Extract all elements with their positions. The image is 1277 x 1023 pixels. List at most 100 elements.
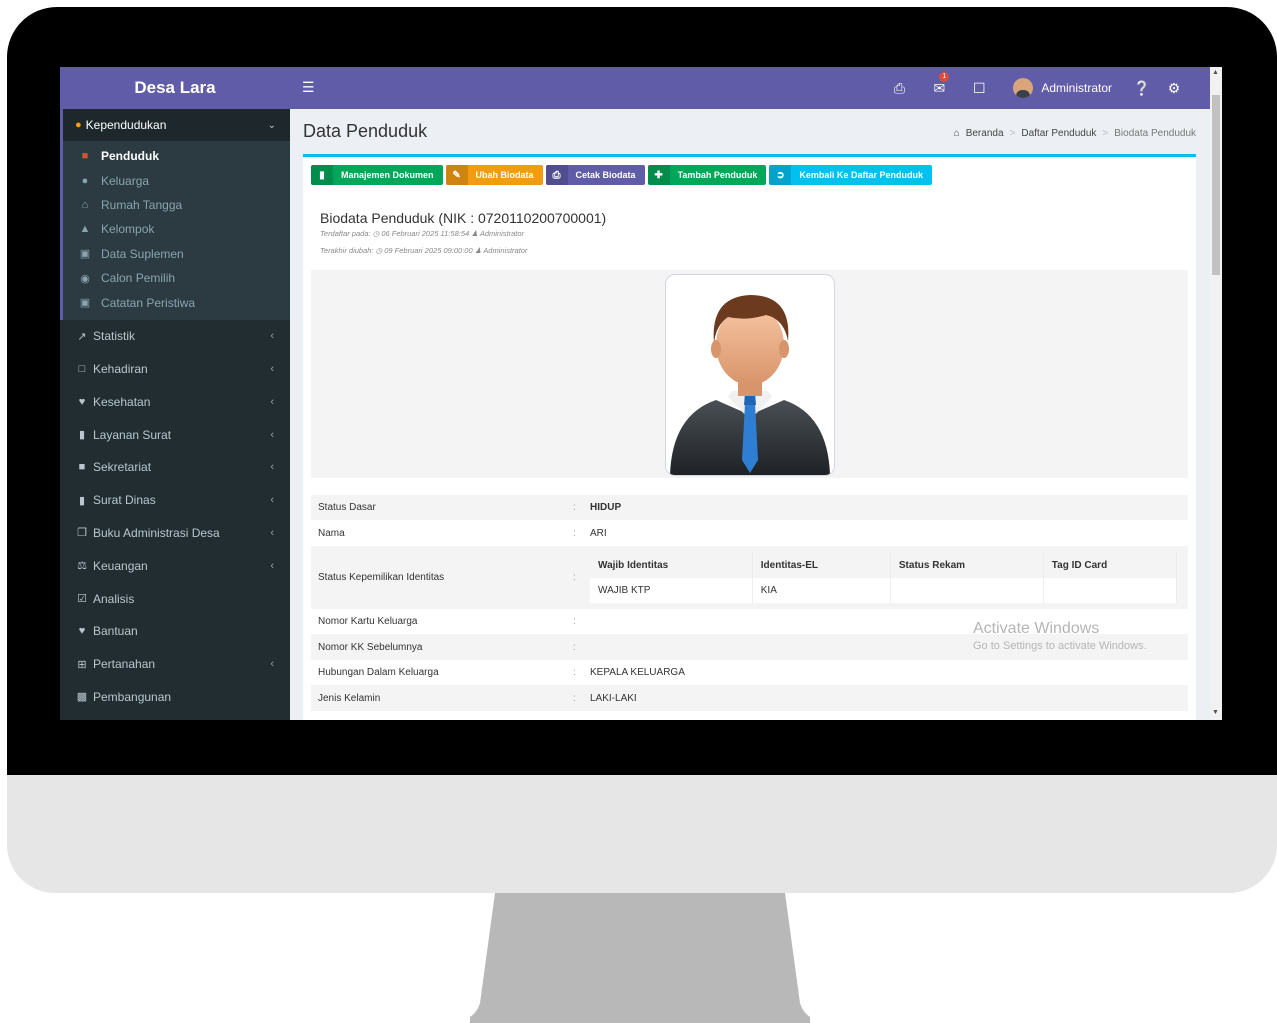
avatar bbox=[1013, 78, 1034, 98]
menu-head-kependudukan[interactable]: ● Kependudukan ⌄ bbox=[63, 109, 290, 141]
sidebar-item-kesehatan[interactable]: ♥ Kesehatan ‹ bbox=[60, 385, 290, 418]
monitor-chin bbox=[7, 775, 1277, 893]
sidebar-item-sekretariat[interactable]: ■ Sekretariat ‹ bbox=[60, 451, 290, 484]
sidebar-item-label: Kelompok bbox=[101, 222, 155, 237]
clock-icon: ◷ bbox=[375, 246, 383, 255]
users-icon: ● bbox=[75, 119, 82, 131]
archive-icon: ▣ bbox=[79, 248, 91, 261]
copy-icon: ❐ bbox=[77, 527, 87, 540]
book-icon: ▮ bbox=[78, 429, 86, 442]
users-icon: ● bbox=[81, 174, 89, 187]
heartbeat-icon: ♥ bbox=[78, 395, 86, 408]
table-row: Jenis Kelamin : LAKI-LAKI bbox=[311, 685, 1188, 711]
scroll-up-icon[interactable]: ▲ bbox=[1212, 69, 1219, 76]
gear-icon[interactable]: ⚙ bbox=[1158, 80, 1190, 97]
print-icon: ⎙ bbox=[545, 165, 568, 185]
sidebar-item-label: Rumah Tangga bbox=[101, 197, 183, 212]
modified-meta: Terakhir diubah: ◷ 09 Februari 2025 09:0… bbox=[320, 246, 528, 255]
sidebar-item-label: Pembangunan bbox=[93, 689, 172, 704]
sidebar-item-label: Sekretariat bbox=[93, 460, 152, 475]
menu-group-kependudukan: ● Kependudukan ⌄ ■ Penduduk ● Keluarga ⌂ Ru… bbox=[60, 109, 290, 320]
sidebar-item-label: Catatan Peristiwa bbox=[101, 295, 196, 310]
chevron-left-icon: ‹ bbox=[270, 526, 274, 539]
chevron-down-icon: ⌄ bbox=[267, 119, 276, 131]
sidebar-item-catatan-peristiwa[interactable]: ▣ Catatan Peristiwa bbox=[63, 290, 290, 314]
sidebar-item-rumah-tangga[interactable]: ⌂ Rumah Tangga bbox=[63, 193, 290, 217]
status-dasar-value: HIDUP bbox=[590, 502, 622, 513]
identity-table: Wajib Identitas Identitas-EL Status Reka… bbox=[590, 552, 1177, 603]
topbar: ☰ ⎙ ✉ 1 ☐ Administrator ❔ ⚙ bbox=[290, 67, 1210, 109]
user-menu[interactable]: Administrator bbox=[999, 78, 1126, 98]
menu-head-label: Kependudukan bbox=[85, 118, 167, 132]
heart-icon: ♥ bbox=[78, 625, 86, 638]
profile-photo bbox=[665, 274, 835, 476]
help-icon[interactable]: ❔ bbox=[1126, 80, 1158, 97]
bank-icon: ▩ bbox=[76, 691, 88, 704]
sidebar-item-label: Data Suplemen bbox=[101, 246, 184, 261]
sidebar-item-label: Layanan Surat bbox=[93, 427, 172, 442]
chevron-left-icon: ‹ bbox=[270, 428, 274, 441]
print-icon[interactable]: ⎙ bbox=[879, 80, 919, 97]
sidebar-item-kelompok[interactable]: ▲ Kelompok bbox=[63, 217, 290, 241]
sidebar-item-label: Kehadiran bbox=[93, 361, 148, 376]
sidebar-item-statistik[interactable]: ↗ Statistik ‹ bbox=[60, 320, 290, 353]
sidebar-item-keuangan[interactable]: ⚖ Keuangan ‹ bbox=[60, 549, 290, 582]
sidebar-item-penduduk[interactable]: ■ Penduduk bbox=[63, 144, 290, 168]
scroll-down-icon[interactable]: ▼ bbox=[1212, 709, 1219, 716]
sidebar-item-data-suplemen[interactable]: ▣ Data Suplemen bbox=[63, 242, 290, 266]
chevron-left-icon: ‹ bbox=[270, 494, 274, 507]
chevron-left-icon: ‹ bbox=[270, 395, 274, 408]
sidebar-item-analisis[interactable]: ☑ Analisis bbox=[60, 582, 290, 615]
sidebar-item-keluarga[interactable]: ● Keluarga bbox=[63, 168, 290, 192]
chevron-left-icon: ‹ bbox=[270, 658, 274, 671]
ubah-biodata-button[interactable]: ✎ Ubah Biodata bbox=[445, 165, 543, 185]
monitor-stand bbox=[470, 893, 810, 1023]
sidebar-item-label: Kesehatan bbox=[93, 394, 151, 409]
edit-icon: ✎ bbox=[445, 165, 468, 185]
breadcrumb-home[interactable]: Beranda bbox=[966, 128, 1004, 139]
user-icon: ■ bbox=[81, 150, 89, 163]
screen: Desa Lara ● Kependudukan ⌄ ■ Penduduk ● Ke… bbox=[60, 67, 1222, 720]
sidebar-item-buku-administrasi-desa[interactable]: ❐ Buku Administrasi Desa ‹ bbox=[60, 517, 290, 550]
scrollbar[interactable]: ▲ ▼ bbox=[1210, 67, 1222, 720]
plus-icon: ✚ bbox=[647, 165, 670, 185]
sitemap-icon: ▲ bbox=[79, 223, 91, 236]
sidebar-item-layanan-surat[interactable]: ▮ Layanan Surat ‹ bbox=[60, 418, 290, 451]
kembali-button[interactable]: ➲ Kembali Ke Daftar Penduduk bbox=[769, 165, 932, 185]
comments-icon[interactable]: ✉ 1 bbox=[919, 71, 959, 97]
sidebar: Desa Lara ● Kependudukan ⌄ ■ Penduduk ● Ke… bbox=[60, 67, 290, 720]
sidebar-item-label: Keuangan bbox=[93, 558, 148, 573]
arrow-circle-left-icon: ➲ bbox=[769, 165, 792, 185]
scroll-thumb[interactable] bbox=[1212, 95, 1220, 275]
submenu-kependudukan: ■ Penduduk ● Keluarga ⌂ Rumah Tangga ▲ Kelom… bbox=[63, 141, 290, 320]
sidebar-item-bantuan[interactable]: ♥ Bantuan bbox=[60, 615, 290, 648]
sidebar-item-surat-dinas[interactable]: ▮ Surat Dinas ‹ bbox=[60, 484, 290, 517]
action-buttons: ▮ Manajemen Dokumen ✎ Ubah Biodata ⎙ Cetak … bbox=[311, 165, 932, 185]
sidebar-item-pertanahan[interactable]: ⊞ Pertanahan ‹ bbox=[60, 648, 290, 681]
book-icon: ▮ bbox=[78, 494, 86, 507]
hamburger-icon[interactable]: ☰ bbox=[302, 79, 315, 96]
manajemen-dokumen-button[interactable]: ▮ Manajemen Dokumen bbox=[311, 165, 443, 185]
user-icon: ♟ bbox=[474, 246, 482, 255]
envelope-icon[interactable]: ☐ bbox=[959, 80, 999, 97]
page-title: Data Penduduk bbox=[303, 121, 428, 141]
notification-badge: 1 bbox=[939, 71, 950, 82]
user-name: Administrator bbox=[1041, 81, 1112, 95]
brand-title[interactable]: Desa Lara bbox=[60, 67, 290, 109]
table-row: Hubungan Dalam Keluarga : KEPALA KELUARG… bbox=[318, 667, 685, 678]
breadcrumb-daftar-penduduk[interactable]: Daftar Penduduk bbox=[1021, 128, 1096, 139]
tambah-penduduk-button[interactable]: ✚ Tambah Penduduk bbox=[647, 165, 767, 185]
sidebar-item-pembangunan[interactable]: ▩ Pembangunan bbox=[60, 681, 290, 714]
breadcrumb-current: Biodata Penduduk bbox=[1114, 128, 1196, 139]
biodata-title: Biodata Penduduk (NIK : 0720110200700001… bbox=[320, 210, 607, 226]
table-row: Nama : ARI bbox=[311, 520, 1188, 546]
archive-icon: ■ bbox=[78, 461, 86, 474]
identity-table-row: WAJIB KTP KIA bbox=[590, 578, 1177, 603]
cetak-biodata-button[interactable]: ⎙ Cetak Biodata bbox=[545, 165, 645, 185]
sidebar-item-kehadiran[interactable]: □ Kehadiran ‹ bbox=[60, 353, 290, 386]
sidebar-item-label: Calon Pemilih bbox=[101, 271, 176, 286]
chevron-left-icon: ‹ bbox=[270, 559, 274, 572]
chevron-left-icon: ‹ bbox=[270, 330, 274, 343]
user-icon: ♟ bbox=[471, 229, 478, 238]
sidebar-item-calon-pemilih[interactable]: ◉ Calon Pemilih bbox=[63, 266, 290, 290]
